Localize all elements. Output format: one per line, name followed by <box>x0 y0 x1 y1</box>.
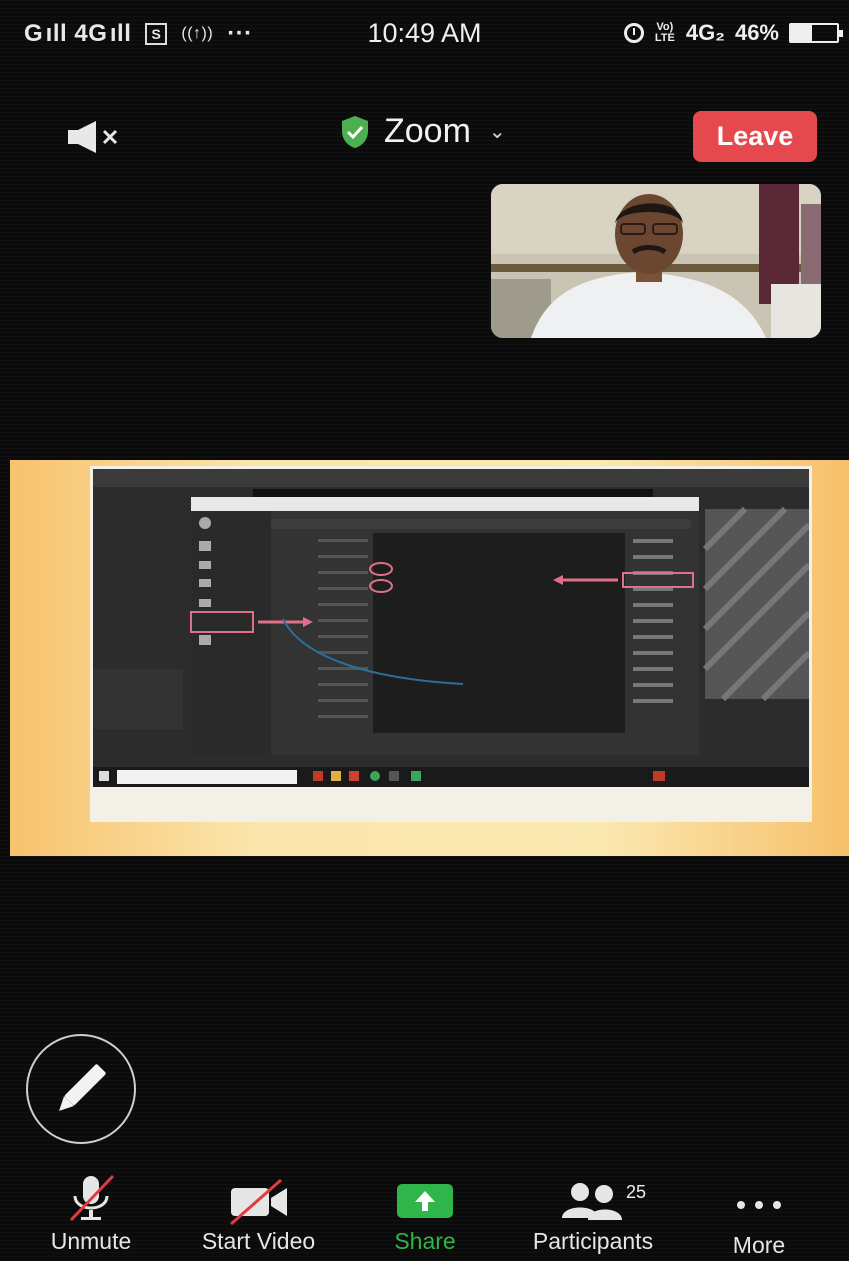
meeting-toolbar: Unmute Start Video Share 25 Participants <box>0 1170 849 1261</box>
start-video-label: Start Video <box>201 1228 316 1254</box>
share-button[interactable]: Share <box>371 1170 479 1261</box>
start-video-button[interactable]: Start Video <box>186 1170 331 1261</box>
more-label: More <box>732 1232 786 1258</box>
battery-icon <box>789 23 843 43</box>
participants-icon <box>562 1183 622 1220</box>
more-button[interactable]: More <box>718 1170 800 1261</box>
share-label: Share <box>394 1228 456 1254</box>
speaker-muted-icon[interactable] <box>66 120 124 154</box>
shield-check-icon <box>342 115 368 148</box>
share-arrow-icon <box>397 1184 453 1218</box>
more-dots-icon <box>737 1201 781 1209</box>
meeting-title-text: Zoom <box>384 112 471 150</box>
unmute-label: Unmute <box>50 1228 132 1254</box>
battery-percent: 46% <box>734 20 779 45</box>
battery-level <box>791 25 813 41</box>
video-off-icon <box>230 1178 287 1226</box>
alarm-icon <box>623 23 644 43</box>
participants-count: 25 <box>626 1182 647 1202</box>
shared-desktop-image <box>93 469 809 819</box>
unmute-button[interactable]: Unmute <box>32 1170 150 1261</box>
participants-button[interactable]: 25 Participants <box>516 1170 670 1261</box>
shared-screen-area[interactable] <box>10 460 849 856</box>
microphone-muted-icon <box>69 1174 115 1222</box>
status-bar: G ıll 4G ıll S ((↑)) ··· 10:49 AM Vo) LT… <box>0 0 849 70</box>
shared-screen-content <box>90 466 812 822</box>
pencil-icon <box>59 1064 106 1111</box>
network-type: 4G₂ <box>685 20 725 45</box>
participant-video-thumbnail[interactable] <box>491 184 821 338</box>
leave-button[interactable]: Leave <box>693 111 817 162</box>
annotate-button[interactable] <box>26 1034 136 1144</box>
participants-label: Participants <box>532 1228 654 1254</box>
status-right: Vo) LTE 4G₂ 46% <box>623 20 843 46</box>
volte-label: Vo) LTE <box>654 21 675 44</box>
participant-video-image <box>491 184 821 338</box>
meeting-title[interactable]: Zoom ⌄ <box>340 112 506 151</box>
chevron-down-icon: ⌄ <box>488 121 506 143</box>
